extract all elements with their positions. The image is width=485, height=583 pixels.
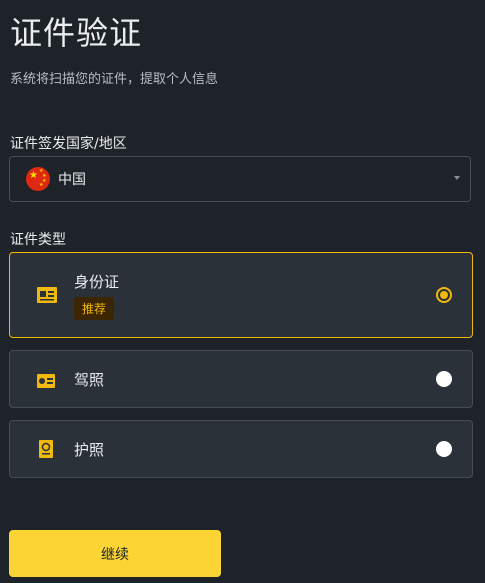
radio-unselected[interactable] — [436, 371, 452, 387]
doc-option-id-card[interactable]: 身份证 推荐 — [9, 252, 473, 338]
page-title: 证件验证 — [10, 14, 143, 52]
chevron-down-icon — [454, 176, 460, 180]
doc-option-label: 身份证 — [74, 273, 120, 291]
continue-button[interactable]: 继续 — [9, 530, 221, 577]
country-value: 中国 — [58, 172, 86, 188]
country-select[interactable]: ★ ★ ★ ★ ★ 中国 — [9, 156, 471, 202]
page-subtitle: 系统将扫描您的证件，提取个人信息 — [10, 72, 219, 87]
doc-option-passport[interactable]: 护照 — [9, 420, 473, 478]
drivers-license-icon — [37, 373, 55, 392]
passport-icon — [39, 440, 53, 462]
doc-option-label: 护照 — [74, 441, 105, 459]
country-label: 证件签发国家/地区 — [10, 136, 127, 152]
radio-unselected[interactable] — [436, 441, 452, 457]
doc-option-label: 驾照 — [74, 371, 105, 389]
doc-type-label: 证件类型 — [10, 232, 66, 248]
doc-option-drivers-license[interactable]: 驾照 — [9, 350, 473, 408]
id-card-icon — [37, 287, 57, 307]
recommended-badge: 推荐 — [74, 297, 115, 320]
radio-selected[interactable] — [436, 287, 452, 303]
china-flag-icon: ★ ★ ★ ★ ★ — [26, 167, 50, 191]
